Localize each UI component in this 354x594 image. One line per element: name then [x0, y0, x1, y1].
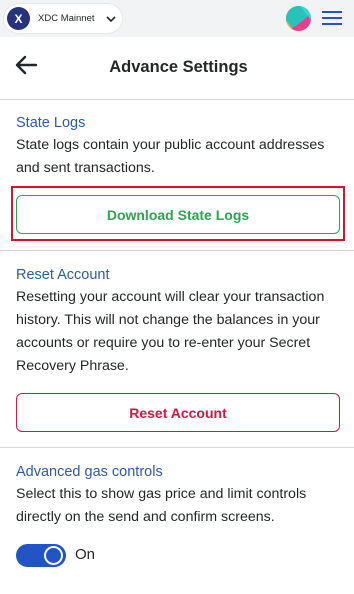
reset-account-button[interactable]: Reset Account [16, 393, 340, 432]
state-logs-title: State Logs [16, 115, 86, 131]
state-logs-description: State logs contain your public account a… [16, 137, 325, 176]
toggle-state-label: On [75, 546, 96, 563]
gas-controls-toggle[interactable] [16, 544, 66, 567]
top-bar: X XDC Mainnet [0, 0, 354, 37]
toggle-knob [44, 546, 63, 565]
divider [0, 447, 354, 448]
network-selector[interactable]: X XDC Mainnet [4, 4, 122, 33]
reset-account-title: Reset Account [16, 267, 110, 283]
hamburger-menu-icon[interactable] [322, 10, 342, 26]
gas-controls-title: Advanced gas controls [16, 464, 163, 480]
reset-account-description: Resetting your account will clear your t… [16, 289, 325, 374]
chevron-down-icon [105, 15, 116, 22]
download-state-logs-button[interactable]: Download State Logs [16, 195, 340, 234]
settings-header: Advance Settings [0, 37, 354, 100]
network-name: XDC Mainnet [38, 13, 95, 24]
page-title: Advance Settings [109, 58, 248, 76]
divider [0, 250, 354, 251]
gas-controls-description: Select this to show gas price and limit … [16, 486, 307, 525]
network-logo: X [7, 7, 30, 30]
toggle-knob-center [46, 548, 61, 563]
account-avatar-icon[interactable] [286, 6, 311, 31]
